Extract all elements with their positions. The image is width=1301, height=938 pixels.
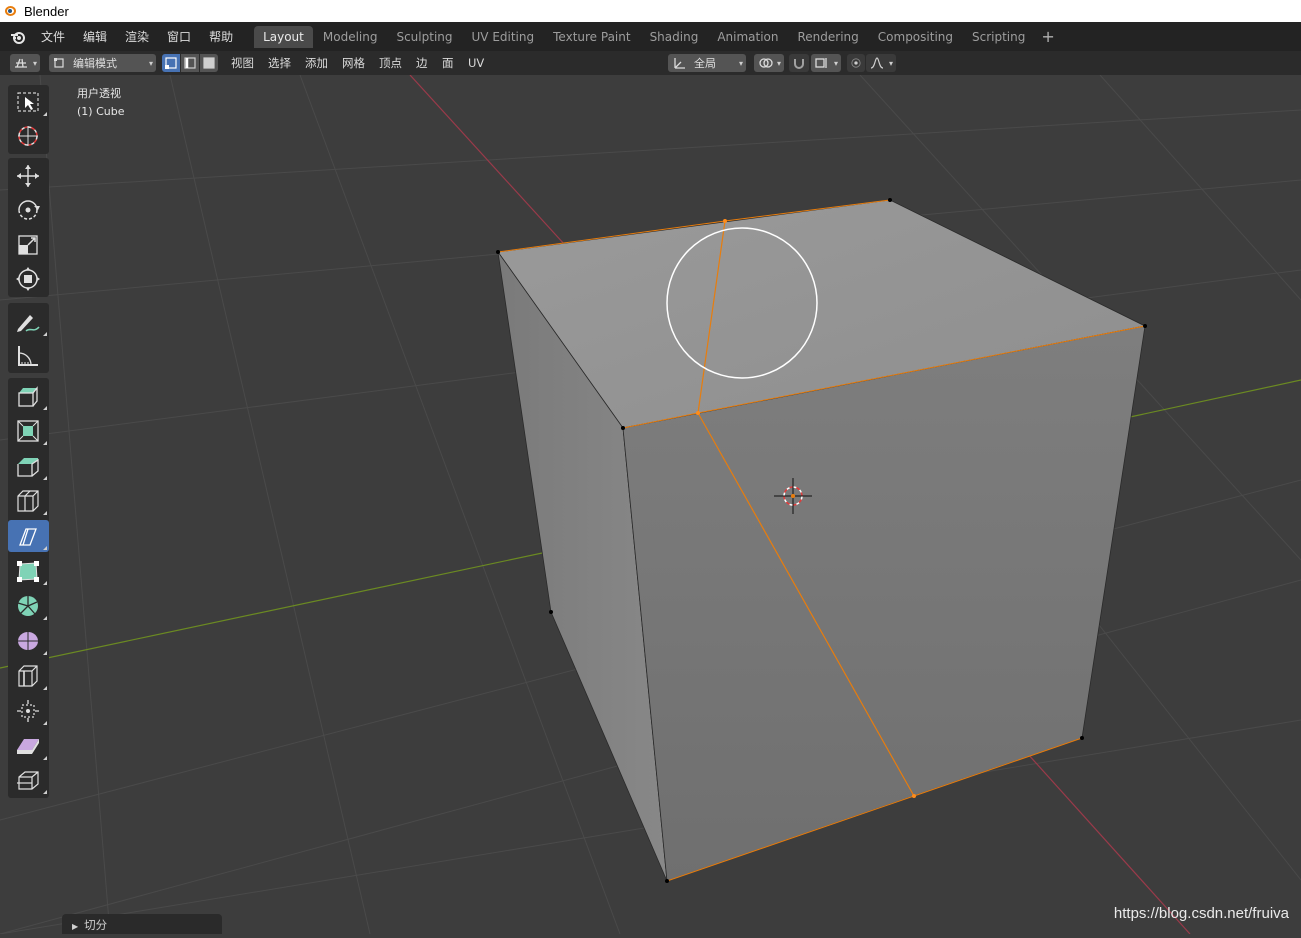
measure-icon[interactable] xyxy=(8,340,49,372)
menu-select[interactable]: 选择 xyxy=(263,54,296,72)
3d-viewport[interactable] xyxy=(0,75,1301,934)
snap-increment-icon xyxy=(815,58,827,68)
menu-file[interactable]: 文件 xyxy=(32,27,74,47)
face-select-button[interactable] xyxy=(200,54,218,72)
menu-view[interactable]: 视图 xyxy=(226,54,259,72)
view-name: 用户透视 xyxy=(77,87,121,100)
vertex-select-button[interactable] xyxy=(162,54,180,72)
chevron-down-icon: ▾ xyxy=(833,59,838,68)
smooth-icon[interactable] xyxy=(8,625,49,657)
tab-modeling[interactable]: Modeling xyxy=(314,26,387,48)
menu-face[interactable]: 面 xyxy=(437,54,459,72)
chevron-down-icon: ▾ xyxy=(148,59,153,68)
expand-arrow-icon[interactable]: ▶ xyxy=(72,922,78,931)
chevron-down-icon: ▾ xyxy=(32,59,37,68)
snap-target-selector[interactable]: ▾ xyxy=(811,54,841,72)
select-box-icon[interactable] xyxy=(8,86,49,118)
select-mode-group xyxy=(162,54,219,72)
pivot-icon xyxy=(759,58,773,68)
rip-icon[interactable] xyxy=(8,764,49,796)
annotate-icon[interactable] xyxy=(8,306,49,338)
plus-icon[interactable]: + xyxy=(1035,26,1060,48)
face-select-icon xyxy=(203,57,215,69)
vertex-select-icon xyxy=(165,57,177,69)
transform-orientation-selector[interactable]: 全局 ▾ xyxy=(668,54,746,72)
viewport-header: ▾ 编辑模式 ▾ 视图 选择 添加 网格 顶点 边 面 UV 全局 ▾ ▾ ▾ xyxy=(0,51,1301,75)
proportional-edit-icon xyxy=(851,58,861,68)
poly-build-icon[interactable] xyxy=(8,555,49,587)
tab-shading[interactable]: Shading xyxy=(641,26,708,48)
last-operator-panel[interactable]: ▶ 切分 xyxy=(62,914,222,934)
falloff-selector[interactable]: ▾ xyxy=(866,54,896,72)
menu-edit[interactable]: 编辑 xyxy=(74,27,116,47)
blender-menu-icon[interactable] xyxy=(8,27,28,47)
chevron-down-icon: ▾ xyxy=(888,59,893,68)
tab-sculpting[interactable]: Sculpting xyxy=(387,26,461,48)
menu-vertex[interactable]: 顶点 xyxy=(374,54,407,72)
mode-selector[interactable]: 编辑模式 ▾ xyxy=(49,54,156,72)
menu-help[interactable]: 帮助 xyxy=(200,27,242,47)
edit-mode-icon xyxy=(54,58,64,68)
magnet-icon xyxy=(794,59,804,69)
watermark-text: https://blog.csdn.net/fruiva xyxy=(1113,905,1289,922)
tab-texture-paint[interactable]: Texture Paint xyxy=(544,26,639,48)
active-object-name: (1) Cube xyxy=(77,105,125,118)
workspace-tabs: Layout Modeling Sculpting UV Editing Tex… xyxy=(254,22,1061,51)
editor-type-icon xyxy=(15,58,27,68)
tab-compositing[interactable]: Compositing xyxy=(869,26,962,48)
shrink-fatten-icon[interactable] xyxy=(8,695,49,727)
edge-select-button[interactable] xyxy=(181,54,199,72)
edge-slide-icon[interactable] xyxy=(8,660,49,692)
tab-uv-editing[interactable]: UV Editing xyxy=(463,26,544,48)
move-icon[interactable] xyxy=(8,160,49,192)
inset-icon[interactable] xyxy=(8,415,49,447)
operator-label: 切分 xyxy=(84,918,108,932)
tab-layout[interactable]: Layout xyxy=(254,25,313,48)
menu-mesh[interactable]: 网格 xyxy=(337,54,370,72)
menu-render[interactable]: 渲染 xyxy=(116,27,158,47)
tab-rendering[interactable]: Rendering xyxy=(789,26,868,48)
menu-add[interactable]: 添加 xyxy=(300,54,333,72)
scale-icon[interactable] xyxy=(8,229,49,261)
tab-scripting[interactable]: Scripting xyxy=(963,26,1034,48)
loop-cut-icon[interactable] xyxy=(8,485,49,517)
viewport-scene[interactable] xyxy=(0,75,1301,934)
window-title: Blender xyxy=(24,3,69,19)
shear-icon[interactable] xyxy=(8,730,49,762)
proportional-edit-toggle[interactable] xyxy=(847,54,865,72)
top-menu-bar: 文件 编辑 渲染 窗口 帮助 Layout Modeling Sculpting… xyxy=(0,22,1301,51)
snap-toggle[interactable] xyxy=(789,54,809,72)
menu-uv[interactable]: UV xyxy=(463,54,489,72)
pivot-point-selector[interactable]: ▾ xyxy=(754,54,784,72)
transform-icon[interactable] xyxy=(8,263,49,295)
tab-animation[interactable]: Animation xyxy=(708,26,787,48)
menu-edge[interactable]: 边 xyxy=(411,54,433,72)
editor-type-button[interactable]: ▾ xyxy=(10,54,40,72)
knife-icon[interactable] xyxy=(8,520,49,552)
cursor-icon[interactable] xyxy=(8,120,49,152)
edge-select-icon xyxy=(184,57,196,69)
blender-logo-icon xyxy=(4,4,18,18)
menu-window[interactable]: 窗口 xyxy=(158,27,200,47)
bevel-icon[interactable] xyxy=(8,450,49,482)
spin-icon[interactable] xyxy=(8,590,49,622)
mode-label: 编辑模式 xyxy=(73,57,117,70)
window-title-bar: Blender xyxy=(0,0,1301,22)
orientation-label: 全局 xyxy=(694,57,716,70)
orientation-icon xyxy=(674,58,685,69)
extrude-icon[interactable] xyxy=(8,380,49,412)
chevron-down-icon: ▾ xyxy=(776,59,781,68)
falloff-curve-icon xyxy=(870,57,884,69)
chevron-down-icon: ▾ xyxy=(738,59,743,68)
rotate-icon[interactable] xyxy=(8,194,49,226)
